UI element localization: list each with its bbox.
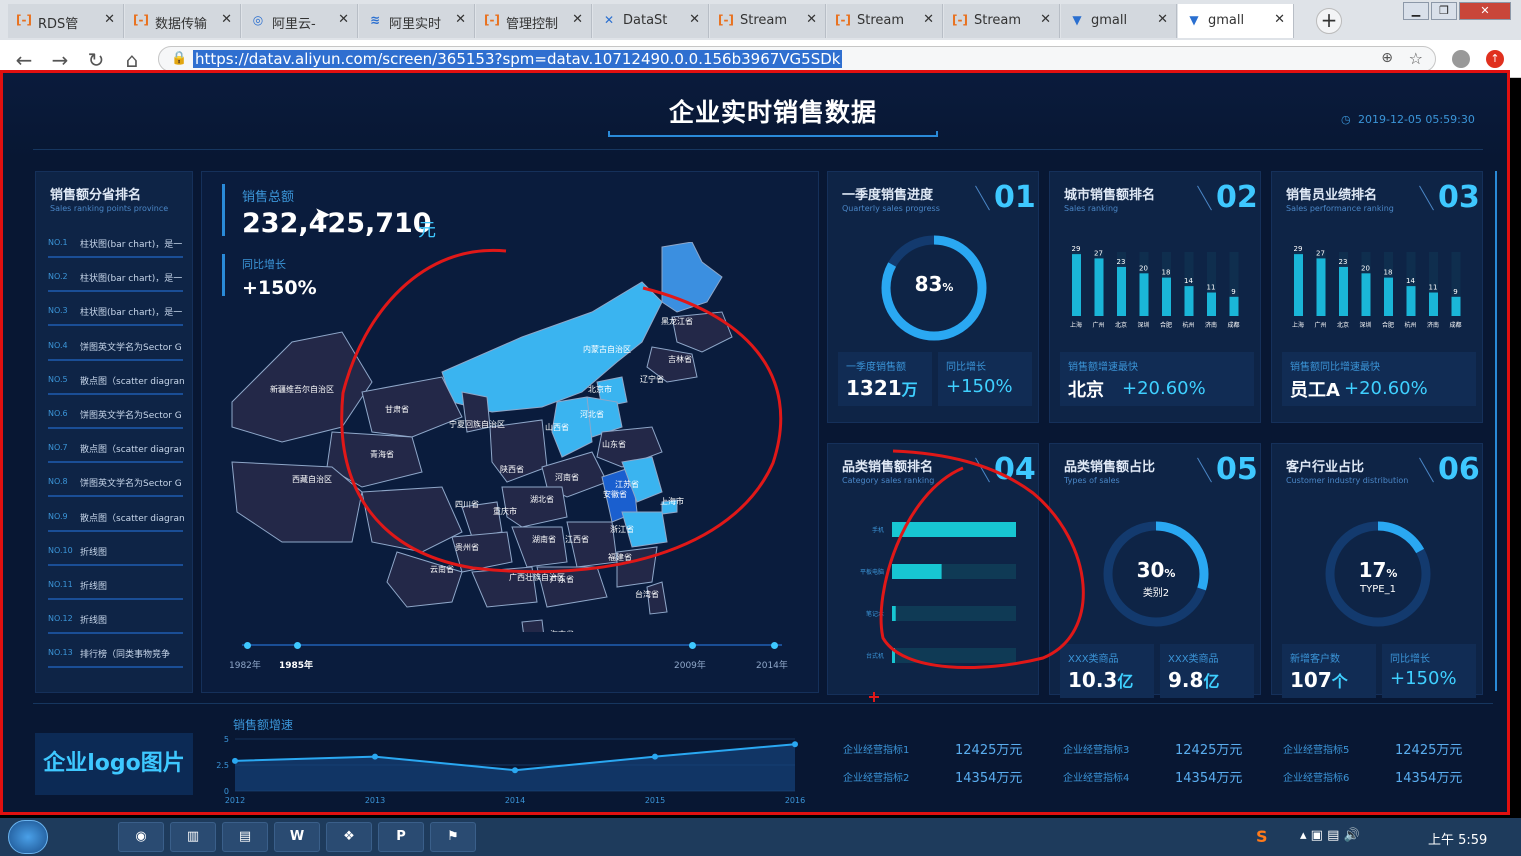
tab-close-icon[interactable]: ✕: [806, 12, 817, 27]
tab-favicon-icon: [-]: [484, 13, 500, 27]
tab-favicon-icon: ✕: [603, 13, 615, 27]
browser-tab[interactable]: [-] Stream ✕: [944, 4, 1060, 38]
tab-close-icon[interactable]: ✕: [1157, 12, 1168, 27]
lock-icon: 🔒: [171, 51, 188, 66]
browser-tab[interactable]: [-] Stream ✕: [710, 4, 826, 38]
taskbar-app-icon[interactable]: ❖: [326, 822, 372, 852]
tab-favicon-icon: ≋: [369, 13, 381, 27]
tab-favicon-icon: [-]: [133, 13, 149, 27]
reload-icon[interactable]: ↻: [84, 48, 108, 72]
close-window-button[interactable]: ✕: [1459, 2, 1511, 20]
profile-avatar[interactable]: [1452, 50, 1470, 68]
zoom-icon[interactable]: ⊕: [1381, 50, 1393, 66]
new-tab-button[interactable]: +: [1316, 8, 1342, 34]
taskbar-app-icon[interactable]: W: [274, 822, 320, 852]
tab-label: 阿里云-: [272, 17, 316, 32]
tab-close-icon[interactable]: ✕: [221, 12, 232, 27]
tab-label: Stream: [740, 13, 788, 28]
back-icon[interactable]: ←: [12, 48, 36, 72]
bookmark-star-icon[interactable]: ☆: [1409, 49, 1423, 68]
taskbar-app-icon[interactable]: ▤: [222, 822, 268, 852]
tab-label: DataSt: [623, 13, 668, 28]
url-text: https://datav.aliyun.com/screen/365153?s…: [193, 50, 843, 68]
menu-update-icon[interactable]: ↑: [1486, 50, 1504, 68]
taskbar-clock: 上午 5:59: [1428, 833, 1488, 848]
tab-close-icon[interactable]: ✕: [1040, 12, 1051, 27]
tab-favicon-icon: [-]: [718, 13, 734, 27]
taskbar-app-icon[interactable]: ▥: [170, 822, 216, 852]
browser-tab[interactable]: ▼ gmall ✕: [1178, 4, 1294, 38]
tab-label: RDS管: [38, 17, 79, 32]
tab-label: Stream: [857, 13, 905, 28]
map-highlight-circle: [340, 248, 783, 574]
browser-tab[interactable]: ▼ gmall ✕: [1061, 4, 1177, 38]
browser-tab[interactable]: [-] Stream ✕: [827, 4, 943, 38]
browser-tab[interactable]: [-] 数据传输 ✕: [125, 4, 241, 38]
tab-close-icon[interactable]: ✕: [572, 12, 583, 27]
browser-tab[interactable]: [-] RDS管 ✕: [8, 4, 124, 38]
tab-label: 阿里实时: [389, 17, 442, 32]
browser-tab[interactable]: [-] 管理控制 ✕: [476, 4, 592, 38]
home-icon[interactable]: ⌂: [120, 48, 144, 72]
minimize-button[interactable]: ▁: [1403, 2, 1429, 20]
tab-close-icon[interactable]: ✕: [338, 12, 349, 27]
tab-close-icon[interactable]: ✕: [923, 12, 934, 27]
restore-button[interactable]: ❐: [1431, 2, 1457, 20]
plus-mark-icon: [869, 692, 879, 702]
tab-label: 管理控制: [506, 17, 559, 32]
tab-favicon-icon: [-]: [16, 13, 32, 27]
browser-tab-bar: [-] RDS管 ✕ [-] 数据传输 ✕ ◎ 阿里云- ✕ ≋ 阿里实时 ✕ [-] 管理控制 ✕ ✕ Dat…: [0, 0, 1521, 40]
tab-close-icon[interactable]: ✕: [689, 12, 700, 27]
start-button[interactable]: [8, 820, 48, 854]
tab-favicon-icon: ◎: [252, 13, 264, 27]
tab-label: Stream: [974, 13, 1022, 28]
tab-label: gmall: [1208, 13, 1245, 28]
tab-label: 数据传输: [155, 17, 208, 32]
forward-icon[interactable]: →: [48, 48, 72, 72]
tab-label: gmall: [1091, 13, 1128, 28]
datav-screen: 企业实时销售数据 ◷ 2019-12-05 05:59:30 销售额分省排名 S…: [0, 70, 1510, 815]
tab-favicon-icon: [-]: [835, 13, 851, 27]
category-highlight-circle: [879, 449, 1085, 669]
red-annotation-overlay: [340, 248, 1085, 702]
tab-favicon-icon: [-]: [952, 13, 968, 27]
url-input[interactable]: 🔒 https://datav.aliyun.com/screen/365153…: [158, 46, 1436, 72]
browser-tab[interactable]: ◎ 阿里云- ✕: [242, 4, 358, 38]
ime-icon[interactable]: S: [1256, 827, 1268, 846]
browser-tab[interactable]: ✕ DataSt ✕: [593, 4, 709, 38]
tab-close-icon[interactable]: ✕: [104, 12, 115, 27]
tab-close-icon[interactable]: ✕: [1274, 12, 1285, 27]
tray-icons[interactable]: ▴ ▣ ▤ 🔊: [1300, 828, 1360, 843]
scroll-indicator[interactable]: [1495, 171, 1497, 691]
taskbar-app-icon[interactable]: ◉: [118, 822, 164, 852]
tab-favicon-icon: ▼: [1189, 13, 1199, 27]
taskbar-app-icon[interactable]: P: [378, 822, 424, 852]
tab-close-icon[interactable]: ✕: [455, 12, 466, 27]
taskbar-app-icon[interactable]: ⚑: [430, 822, 476, 852]
browser-tab[interactable]: ≋ 阿里实时 ✕: [359, 4, 475, 38]
tab-favicon-icon: ▼: [1072, 13, 1082, 27]
windows-taskbar: ◉ ▥ ▤ W ❖ P ⚑ S ▴ ▣ ▤ 🔊 上午 5:59: [0, 818, 1521, 856]
